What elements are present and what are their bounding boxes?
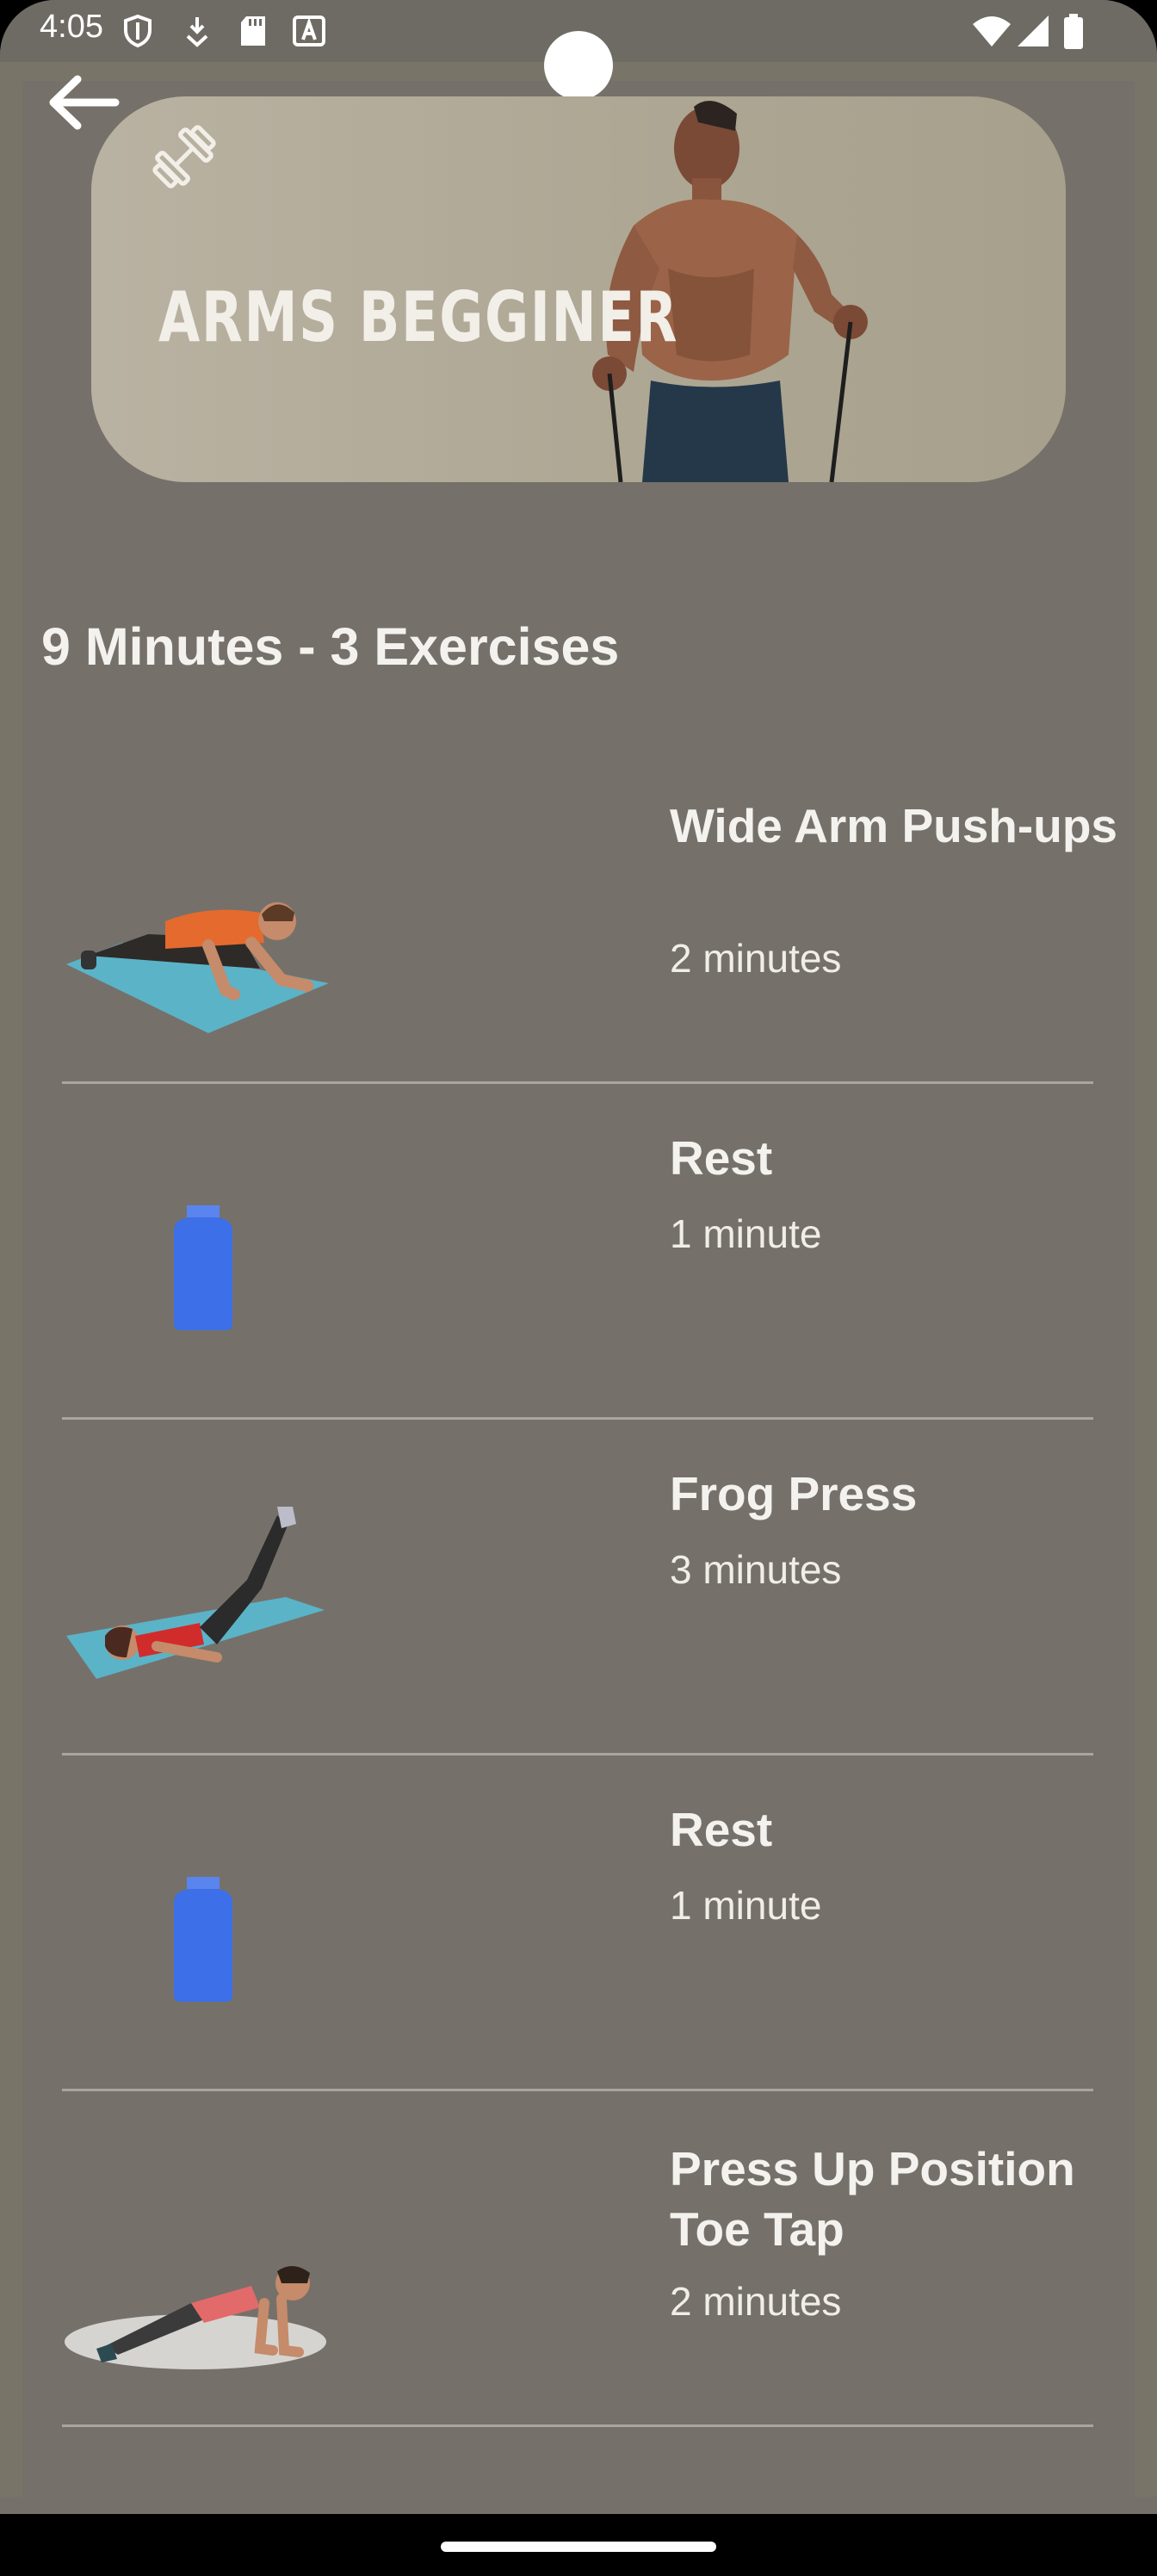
toe-tap-figure <box>65 2265 326 2369</box>
exercise-title: Wide Arm Push-ups <box>670 799 1118 852</box>
battery-icon <box>1064 14 1083 49</box>
back-arrow-icon[interactable] <box>45 72 122 133</box>
exercise-row[interactable]: Wide Arm Push-ups 2 minutes <box>62 749 1117 1085</box>
camera-cutout <box>544 31 613 100</box>
exercise-duration: 1 minute <box>670 1883 822 1928</box>
row-divider <box>62 2424 1093 2427</box>
frame-right <box>1135 62 1157 2497</box>
sd-card-icon <box>241 16 265 46</box>
frog-press-figure <box>66 1507 325 1679</box>
exercise-duration: 2 minutes <box>670 936 842 981</box>
row-divider <box>62 1081 1093 1084</box>
wifi-icon <box>973 16 1011 46</box>
font-icon <box>293 15 325 46</box>
row-divider <box>62 1417 1093 1420</box>
exercise-row[interactable]: Press Up Position Toe Tap 2 minutes <box>62 2092 1093 2428</box>
exercise-duration: 1 minute <box>670 1211 822 1256</box>
status-time: 4:05 <box>40 9 103 45</box>
row-divider <box>62 2089 1093 2091</box>
exercise-duration: 3 minutes <box>670 1547 842 1592</box>
workout-banner: ARMS BEGGINER <box>91 96 1066 482</box>
download-icon <box>186 17 208 47</box>
app-screen: 4:05 ARMS BEGGINER 9 Minutes - 3 Exercis… <box>0 0 1157 2576</box>
frame-left <box>0 62 22 2497</box>
exercise-title: Frog Press <box>670 1467 918 1520</box>
home-indicator[interactable] <box>441 2542 716 2552</box>
rest-row[interactable]: Rest 1 minute <box>62 1085 1093 1421</box>
row-divider <box>62 1753 1093 1756</box>
push-up-figure <box>66 902 329 1033</box>
signal-icon <box>1018 15 1049 46</box>
rest-row[interactable]: Rest 1 minute <box>62 1756 1093 2092</box>
shield-icon <box>124 14 152 48</box>
banner-title: ARMS BEGGINER <box>158 277 679 357</box>
water-bottle-icon <box>174 1877 232 2002</box>
water-bottle-icon <box>174 1205 232 1330</box>
exercise-title: Press Up Position Toe Tap <box>670 2142 1075 2256</box>
workout-summary: 9 Minutes - 3 Exercises <box>41 617 620 676</box>
exercise-duration: 2 minutes <box>670 2279 842 2324</box>
exercise-row[interactable]: Frog Press 3 minutes <box>62 1421 1093 1756</box>
dumbbell-icon <box>152 125 216 189</box>
exercise-title: Rest <box>670 1803 773 1856</box>
exercise-title: Rest <box>670 1131 773 1185</box>
